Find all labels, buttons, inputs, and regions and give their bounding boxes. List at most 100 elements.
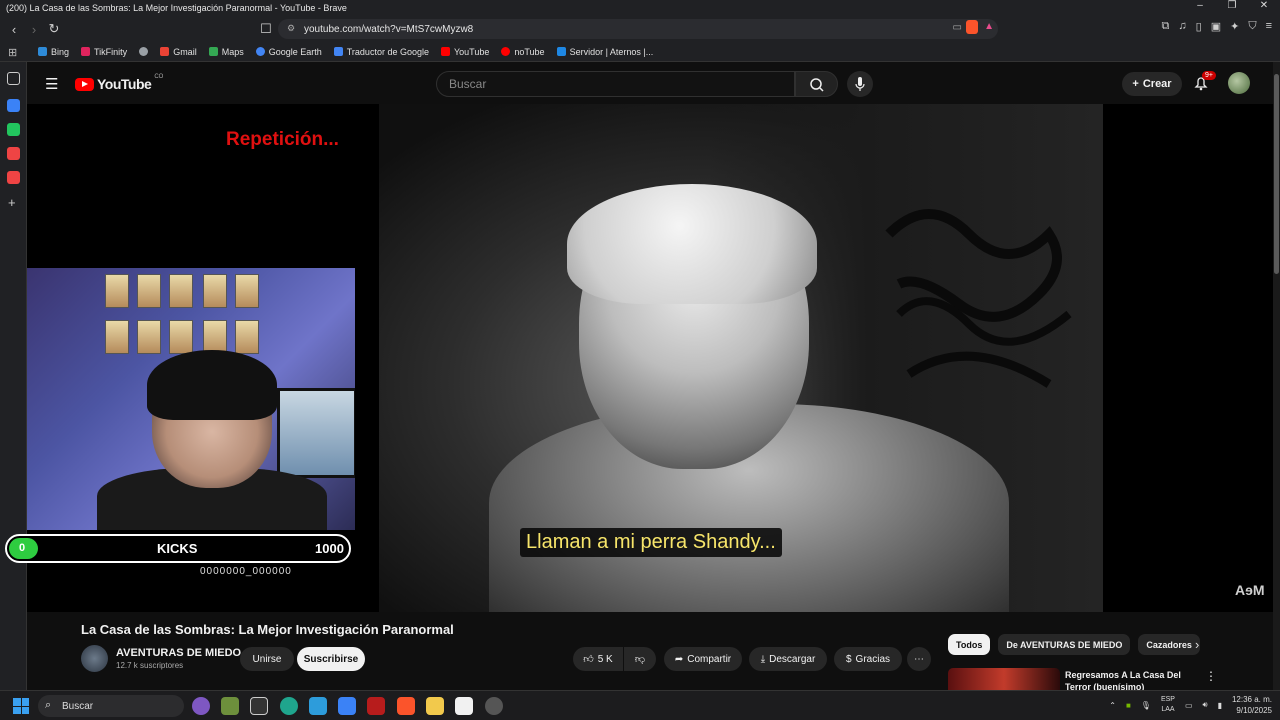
sidebar-panel-icon[interactable] bbox=[7, 72, 20, 85]
back-icon[interactable]: ‹ bbox=[4, 22, 24, 37]
mic-tray-icon[interactable]: 🎙︎ bbox=[1141, 701, 1151, 710]
bookmark-maps[interactable]: Maps bbox=[208, 47, 244, 57]
media-icon[interactable]: ♫ bbox=[1178, 20, 1186, 33]
leo-ai-icon[interactable]: ✦ bbox=[1230, 20, 1239, 33]
bookmark-gmail[interactable]: Gmail bbox=[160, 47, 197, 57]
sidebar-youtube-music-icon[interactable] bbox=[7, 171, 20, 184]
bookmark-aternos[interactable]: Servidor | Aternos |... bbox=[556, 47, 653, 57]
globe-icon bbox=[139, 47, 149, 56]
close-button[interactable]: ✕ bbox=[1248, 0, 1280, 11]
chips-next-icon[interactable]: › bbox=[1195, 637, 1199, 652]
browser-sidebar: + bbox=[0, 62, 27, 690]
language-indicator[interactable]: ESP LAA bbox=[1161, 695, 1175, 715]
minecraft-icon[interactable] bbox=[221, 697, 239, 715]
create-button[interactable]: + Crear bbox=[1122, 72, 1182, 96]
share-button[interactable]: ➦ Compartir bbox=[664, 647, 742, 671]
bookmark-bing[interactable]: Bing bbox=[38, 47, 69, 57]
youtube-logo[interactable]: YouTube CO bbox=[75, 74, 163, 92]
more-icon: ⋯ bbox=[914, 653, 924, 665]
dislike-button[interactable]: 👎︎ bbox=[624, 647, 656, 671]
capcut-desktop-icon[interactable] bbox=[455, 697, 473, 715]
file-explorer-icon[interactable] bbox=[426, 697, 444, 715]
wanted-poster bbox=[169, 274, 193, 308]
search-button[interactable] bbox=[795, 71, 838, 97]
account-avatar[interactable] bbox=[1228, 72, 1250, 94]
menu-icon[interactable]: ≡ bbox=[1266, 20, 1272, 33]
search-input[interactable]: Buscar bbox=[436, 71, 795, 97]
store-icon[interactable] bbox=[338, 697, 356, 715]
join-button[interactable]: Unirse bbox=[240, 647, 294, 671]
nvidia-icon[interactable]: ■ bbox=[1126, 701, 1131, 710]
share-icon: ➦ bbox=[674, 653, 684, 665]
vpn-icon[interactable]: ⛉ bbox=[1248, 20, 1256, 33]
brave-rewards-icon[interactable]: ▲ bbox=[984, 21, 994, 32]
bookmark-google-earth[interactable]: Google Earth bbox=[255, 47, 322, 57]
bookmark-icon[interactable]: ☐ bbox=[256, 21, 276, 37]
plus-icon: + bbox=[1132, 78, 1139, 90]
site-info-icon[interactable]: ⚙ bbox=[287, 23, 295, 34]
channel-avatar[interactable] bbox=[81, 645, 108, 672]
volume-icon[interactable]: 🔊︎ bbox=[1203, 700, 1208, 710]
bookmark-notube[interactable]: noTube bbox=[501, 47, 545, 57]
clock[interactable]: 12:36 a. m. 9/10/2025 bbox=[1232, 694, 1272, 716]
app-icon[interactable] bbox=[280, 697, 298, 715]
brave-icon[interactable] bbox=[397, 697, 415, 715]
minimize-button[interactable]: – bbox=[1184, 0, 1216, 11]
tikfinity-icon[interactable] bbox=[367, 697, 385, 715]
channel-name[interactable]: AVENTURAS DE MIEDO bbox=[116, 647, 241, 659]
like-button[interactable]: 👍︎ 5 K bbox=[573, 647, 623, 671]
related-video-menu-icon[interactable]: ⋮ bbox=[1205, 669, 1217, 683]
network-icon[interactable]: ▭ bbox=[1185, 701, 1193, 710]
streamer-cap bbox=[147, 350, 277, 420]
overlay-code: 0000000_000000 bbox=[200, 566, 292, 577]
sidebar-whatsapp-icon[interactable] bbox=[7, 123, 20, 136]
bookmark-translate[interactable]: Traductor de Google bbox=[333, 47, 429, 57]
chip-all[interactable]: Todos bbox=[948, 634, 991, 655]
capcut-icon[interactable] bbox=[250, 697, 268, 715]
translate-icon bbox=[333, 47, 343, 56]
url-text: youtube.com/watch?v=MtS7cwMyzw8 bbox=[304, 23, 474, 35]
chip-cazadores[interactable]: Cazadores bbox=[1138, 634, 1200, 655]
address-bar[interactable]: ⚙ youtube.com/watch?v=MtS7cwMyzw8 ▭ ▲ bbox=[278, 19, 998, 39]
chip-channel[interactable]: De AVENTURAS DE MIEDO bbox=[998, 634, 1131, 655]
thumbs-up-icon: 👍︎ bbox=[583, 654, 594, 665]
related-video-thumbnail[interactable] bbox=[948, 668, 1060, 690]
wallet-icon[interactable]: ▣ bbox=[1211, 20, 1221, 33]
aternos-icon bbox=[556, 47, 566, 56]
bookmark-youtube[interactable]: YouTube bbox=[440, 47, 489, 57]
bing-icon bbox=[38, 47, 47, 56]
battery-icon[interactable]: ▮ bbox=[1218, 701, 1222, 710]
obs-icon[interactable] bbox=[485, 697, 503, 715]
notepad-icon[interactable] bbox=[309, 697, 327, 715]
itunes-icon[interactable] bbox=[192, 697, 210, 715]
sidebar-toggle-icon[interactable]: ▯ bbox=[1196, 20, 1202, 33]
wanted-poster bbox=[235, 274, 259, 308]
guide-menu-icon[interactable]: ☰ bbox=[45, 75, 58, 93]
page-scrollbar[interactable] bbox=[1273, 62, 1280, 690]
bookmark-tikfinity[interactable]: TikFinity bbox=[81, 47, 127, 57]
apps-icon[interactable]: ⊞ bbox=[8, 46, 17, 59]
forward-icon[interactable]: › bbox=[24, 22, 44, 37]
download-button[interactable]: ⤓ Descargar bbox=[749, 647, 827, 671]
maximize-button[interactable]: ❐ bbox=[1216, 0, 1248, 11]
kicks-goal-bar: 0 KICKS 1000 bbox=[5, 534, 351, 563]
reload-icon[interactable]: ↻ bbox=[44, 21, 64, 37]
add-panel-icon[interactable]: + bbox=[8, 195, 16, 210]
subscribe-button[interactable]: Suscribirse bbox=[297, 647, 365, 671]
tray-overflow-icon[interactable]: ⌃ bbox=[1109, 701, 1116, 710]
channel-watermark[interactable]: AɘM bbox=[1235, 582, 1265, 598]
thanks-button[interactable]: $ Gracias bbox=[834, 647, 902, 671]
taskbar-search[interactable]: ⌕ Buscar bbox=[38, 695, 184, 717]
sidebar-youtube-icon[interactable] bbox=[7, 147, 20, 160]
bookmark-globe[interactable] bbox=[139, 47, 149, 56]
voice-search-button[interactable] bbox=[847, 71, 873, 97]
scrollbar-thumb[interactable] bbox=[1274, 74, 1279, 274]
wanted-poster bbox=[137, 320, 161, 354]
sidebar-app-icon[interactable] bbox=[7, 99, 20, 112]
more-actions-button[interactable]: ⋯ bbox=[907, 647, 931, 671]
brave-shields-icon[interactable] bbox=[966, 20, 978, 34]
cast-icon[interactable]: ▭ bbox=[953, 22, 962, 33]
tab-search-icon[interactable]: ⧉ bbox=[1162, 20, 1170, 33]
related-video-title[interactable]: Regresamos A La Casa Del Terror (buenísi… bbox=[1065, 669, 1195, 690]
windows-start-icon[interactable] bbox=[13, 698, 29, 714]
